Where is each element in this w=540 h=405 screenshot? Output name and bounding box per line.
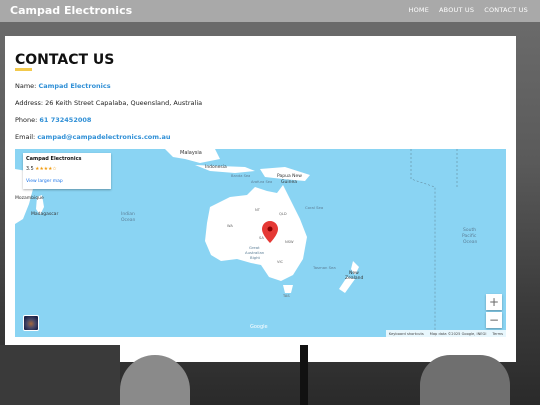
place-name: Campad Electronics [26, 156, 82, 162]
bg-shape [120, 355, 190, 405]
page-title: CONTACT US [15, 52, 115, 68]
contact-email-row: Email: campad@campadelectronics.com.au [15, 133, 171, 141]
map-label-arafura-sea: Arafura Sea [251, 180, 272, 184]
contact-address-row: Address: 26 Keith Street Capalaba, Queen… [15, 99, 202, 107]
contact-name-row: Name: Campad Electronics [15, 82, 111, 90]
nav-contact-us[interactable]: CONTACT US [484, 6, 528, 14]
nav-home[interactable]: HOME [409, 6, 430, 14]
background-decoration [0, 345, 540, 405]
map-label-indian: Indian [121, 211, 135, 217]
map-label-pacific: Pacific [462, 233, 477, 239]
map-label-tas: TAS [282, 294, 290, 298]
address-value: 26 Keith Street Capalaba, Queensland, Au… [45, 99, 203, 107]
place-rating: 3.5 ★★★★☆ [26, 167, 57, 172]
bg-shape [420, 355, 510, 405]
map-label-sa: SA [259, 236, 264, 240]
embedded-map[interactable]: Malaysia Indonesia Papua New Guinea Moza… [15, 149, 506, 337]
map-label-south: South [463, 227, 476, 233]
zoom-in-button[interactable]: + [486, 294, 502, 310]
brand-logo-text[interactable]: Campad Electronics [10, 4, 132, 17]
name-label: Name: [15, 82, 37, 90]
top-navigation-bar: Campad Electronics HOME ABOUT US CONTACT… [0, 0, 540, 22]
map-label-qld: QLD [279, 212, 287, 216]
email-label: Email: [15, 133, 36, 141]
map-data-attribution: Map data ©2025 Google, INEGI [429, 331, 487, 336]
map-label-coral-sea: Coral Sea [305, 205, 323, 210]
title-accent-bar [15, 68, 32, 71]
map-label-malaysia: Malaysia [180, 150, 202, 156]
rating-value: 3.5 [26, 167, 34, 172]
phone-link[interactable]: 61 732452008 [39, 116, 91, 124]
phone-label: Phone: [15, 116, 38, 124]
map-footer: Keyboard shortcuts Map data ©2025 Google… [385, 330, 506, 337]
map-type-toggle-button[interactable] [23, 315, 39, 331]
address-label: Address: [15, 99, 44, 107]
map-label-nt: NT [255, 208, 261, 212]
australia-landmass [205, 185, 307, 281]
map-label-guinea: Guinea [281, 179, 297, 185]
rating-stars-icon: ★★★★☆ [35, 167, 57, 172]
map-label-zealand: Zealand [345, 275, 363, 281]
map-label-indian-ocean: Ocean [121, 217, 136, 223]
map-label-bight: Bight [250, 255, 260, 260]
view-larger-map-link[interactable]: View larger map [26, 179, 63, 184]
contact-phone-row: Phone: 61 732452008 [15, 116, 91, 124]
bg-shape [0, 345, 120, 405]
google-logo: Google [250, 324, 268, 330]
nav-about-us[interactable]: ABOUT US [439, 6, 474, 14]
map-label-indonesia: Indonesia [205, 164, 227, 170]
name-value[interactable]: Campad Electronics [38, 82, 110, 90]
map-label-vic: VIC [277, 260, 284, 264]
map-label-pacific-ocean: Ocean [463, 239, 478, 245]
keyboard-shortcuts-link[interactable]: Keyboard shortcuts [389, 332, 424, 336]
map-label-nsw: NSW [285, 240, 294, 244]
tasmania-landmass [283, 285, 293, 293]
map-label-madagascar: Madagascar [31, 211, 58, 217]
place-info-card: Campad Electronics 3.5 ★★★★☆ View larger… [23, 153, 111, 189]
map-label-tasman-sea: Tasman Sea [312, 265, 336, 270]
map-label-wa: WA [227, 224, 233, 228]
terms-link[interactable]: Terms [492, 332, 503, 336]
map-label-papua: Papua New [277, 173, 302, 179]
email-link[interactable]: campad@campadelectronics.com.au [37, 133, 170, 141]
boundary-line [410, 149, 436, 337]
contact-card: CONTACT US Name: Campad Electronics Addr… [5, 36, 516, 362]
map-label-banda-sea: Banda Sea [231, 174, 250, 178]
main-nav: HOME ABOUT US CONTACT US [409, 6, 529, 14]
map-label-mozambique: Mozambique [15, 195, 44, 201]
bg-shape [300, 345, 308, 405]
zoom-out-button[interactable]: − [486, 312, 502, 328]
